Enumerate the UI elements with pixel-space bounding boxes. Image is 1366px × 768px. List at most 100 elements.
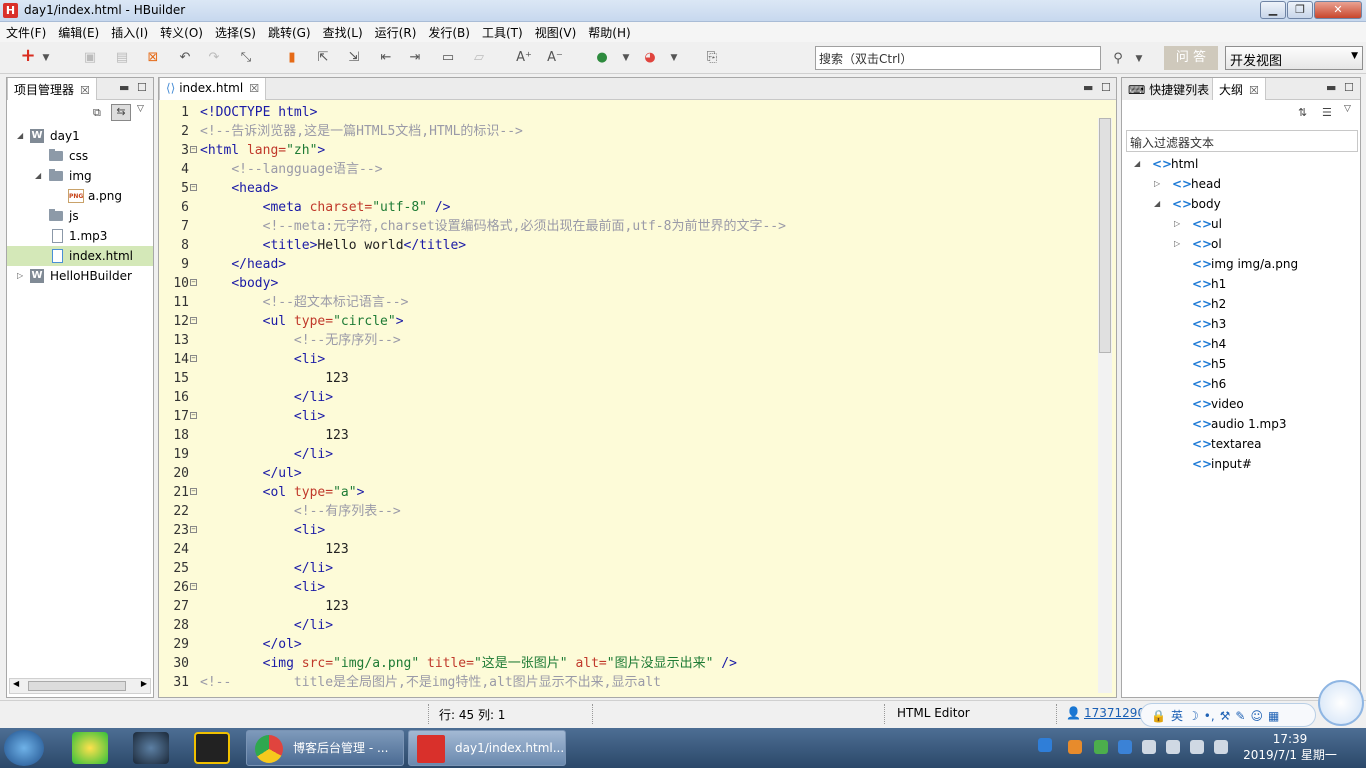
code-line[interactable]: 31 <!-- title是全局图片,不是img特性,alt图片显示不出来,显示a… [159,673,1086,692]
code-line[interactable]: 24 123 [159,540,1086,559]
code-line[interactable]: 23− <li> [159,521,1086,540]
maximize-button[interactable]: ❐ [1287,1,1313,19]
game-launcher-icon[interactable] [194,732,230,764]
minimize-button[interactable]: ▁ [1260,1,1286,19]
view-select[interactable]: 开发视图 ▼ [1225,46,1363,70]
start-button[interactable] [4,730,44,766]
export-icon[interactable]: ⇱ [315,50,331,66]
outline-node-ol[interactable]: ▷ <> ol [1122,234,1358,254]
outline-node-video[interactable]: <> video [1122,394,1358,414]
ime-moon-icon[interactable]: ☽ [1188,709,1199,723]
menu-insert[interactable]: 插入(I) [105,22,154,41]
fold-toggle-icon[interactable]: − [190,184,197,191]
code-line[interactable]: 27 123 [159,597,1086,616]
vertical-scrollbar[interactable] [1098,118,1112,693]
save-icon[interactable]: ▣ [82,50,98,66]
ask-button[interactable]: 问 答 [1164,46,1218,70]
maximize-panel-icon[interactable]: ☐ [1101,81,1111,94]
tab-outline[interactable]: 大纲 ☒ [1212,78,1266,100]
code-line[interactable]: 10− <body> [159,274,1086,293]
tray-app-icon[interactable] [1142,740,1156,754]
close-file-icon[interactable]: ⊠ [145,50,161,66]
qq-tray-icon[interactable] [1038,738,1052,752]
minimize-panel-icon[interactable]: ▬ [1326,81,1336,94]
expanded-triangle-icon[interactable]: ◢ [17,126,23,146]
fold-toggle-icon[interactable]: − [190,146,197,153]
minimize-panel-icon[interactable]: ▬ [119,81,129,94]
fold-toggle-icon[interactable]: − [190,279,197,286]
tab-shortcuts[interactable]: ⌨ 快捷键列表 [1122,78,1216,100]
scrollbar-thumb[interactable] [28,681,126,691]
ime-grid-icon[interactable]: ▦ [1268,709,1279,723]
outline-node-h4[interactable]: <> h4 [1122,334,1358,354]
horizontal-scrollbar[interactable]: ◀ ▶ [9,678,151,694]
ime-lock-icon[interactable]: 🔒 [1151,709,1166,723]
wrap-icon[interactable]: ▱ [471,50,487,66]
view-menu-icon[interactable]: ▽ [1344,104,1351,114]
code-line[interactable]: 26− <li> [159,578,1086,597]
qq-music-icon[interactable] [72,732,108,764]
font-decrease-icon[interactable]: A⁻ [547,50,563,66]
code-line[interactable]: 14− <li> [159,350,1086,369]
code-line[interactable]: 22 <!--有序列表--> [159,502,1086,521]
run-dropdown-icon[interactable]: ▼ [618,50,634,66]
close-icon[interactable]: ☒ [1249,84,1259,97]
expanded-triangle-icon[interactable]: ◢ [1154,194,1160,214]
code-line[interactable]: 13 <!--无序序列--> [159,331,1086,350]
collapsed-triangle-icon[interactable]: ▷ [1174,234,1180,254]
code-line[interactable]: 17− <li> [159,407,1086,426]
collapsed-triangle-icon[interactable]: ▷ [1154,174,1160,194]
font-increase-icon[interactable]: A⁺ [516,50,532,66]
message-icon[interactable]: ⎘ [704,50,720,66]
menu-escape[interactable]: 转义(O) [154,22,209,41]
taskbar-hbuilder-window[interactable]: day1/index.html... [408,730,566,766]
code-line[interactable]: 5− <head> [159,179,1086,198]
outline-filter-input[interactable]: 输入过滤器文本 [1126,130,1358,152]
code-line[interactable]: 18 123 [159,426,1086,445]
code-line[interactable]: 12− <ul type="circle"> [159,312,1086,331]
fold-toggle-icon[interactable]: − [190,317,197,324]
ime-lang[interactable]: 英 [1171,709,1183,723]
code-line[interactable]: 3− <html lang="zh"> [159,141,1086,160]
outline-node-head[interactable]: ▷ <> head [1122,174,1358,194]
tree-item-js[interactable]: js [7,206,153,226]
ime-pen-icon[interactable]: ✎ [1235,709,1245,723]
indent-left-icon[interactable]: ⇤ [378,50,394,66]
code-line[interactable]: 2 <!--告诉浏览器,这是一篇HTML5文档,HTML的标识--> [159,122,1086,141]
menu-tools[interactable]: 工具(T) [476,22,529,41]
scrollbar-thumb[interactable] [1099,118,1111,353]
redo-icon[interactable]: ↷ [206,50,222,66]
collapse-all-icon[interactable]: ⧉ [93,106,101,120]
code-line[interactable]: 25 </li> [159,559,1086,578]
menu-goto[interactable]: 跳转(G) [262,22,317,41]
tray-app-icon[interactable] [1068,740,1082,754]
outline-node-img[interactable]: <> img img/a.png [1122,254,1358,274]
menu-view[interactable]: 视图(V) [529,22,583,41]
scroll-left-icon[interactable]: ◀ [13,679,19,688]
code-line[interactable]: 9 </head> [159,255,1086,274]
menu-edit[interactable]: 编辑(E) [52,22,105,41]
menu-select[interactable]: 选择(S) [209,22,262,41]
close-button[interactable]: ✕ [1314,1,1362,19]
collapsed-triangle-icon[interactable]: ▷ [1174,214,1180,234]
code-line[interactable]: 1 <!DOCTYPE html> [159,103,1086,122]
code-editor[interactable]: 1 <!DOCTYPE html> 2 <!--告诉浏览器,这是一篇HTML5文档,H… [159,100,1086,695]
volume-tray-icon[interactable] [1214,740,1228,754]
expanded-triangle-icon[interactable]: ◢ [1134,154,1140,174]
list-icon[interactable]: ☰ [1322,106,1332,119]
search-input[interactable]: 搜索（双击Ctrl） [815,46,1101,70]
code-line[interactable]: 28 </li> [159,616,1086,635]
comment-icon[interactable]: ▭ [440,50,456,66]
code-line[interactable]: 4 <!--langguage语言--> [159,160,1086,179]
code-line[interactable]: 15 123 [159,369,1086,388]
tree-item-img[interactable]: ◢ img [7,166,153,186]
outline-node-body[interactable]: ◢ <> body [1122,194,1358,214]
code-line[interactable]: 11 <!--超文本标记语言--> [159,293,1086,312]
outline-node-h3[interactable]: <> h3 [1122,314,1358,334]
tree-item-day1[interactable]: ◢ W day1 [7,126,153,146]
sort-icon[interactable]: ⇅ [1298,106,1307,119]
ime-punct-icon[interactable]: •, [1204,709,1215,723]
fold-toggle-icon[interactable]: − [190,488,197,495]
run-icon[interactable]: ● [594,50,610,66]
code-line[interactable]: 16 </li> [159,388,1086,407]
